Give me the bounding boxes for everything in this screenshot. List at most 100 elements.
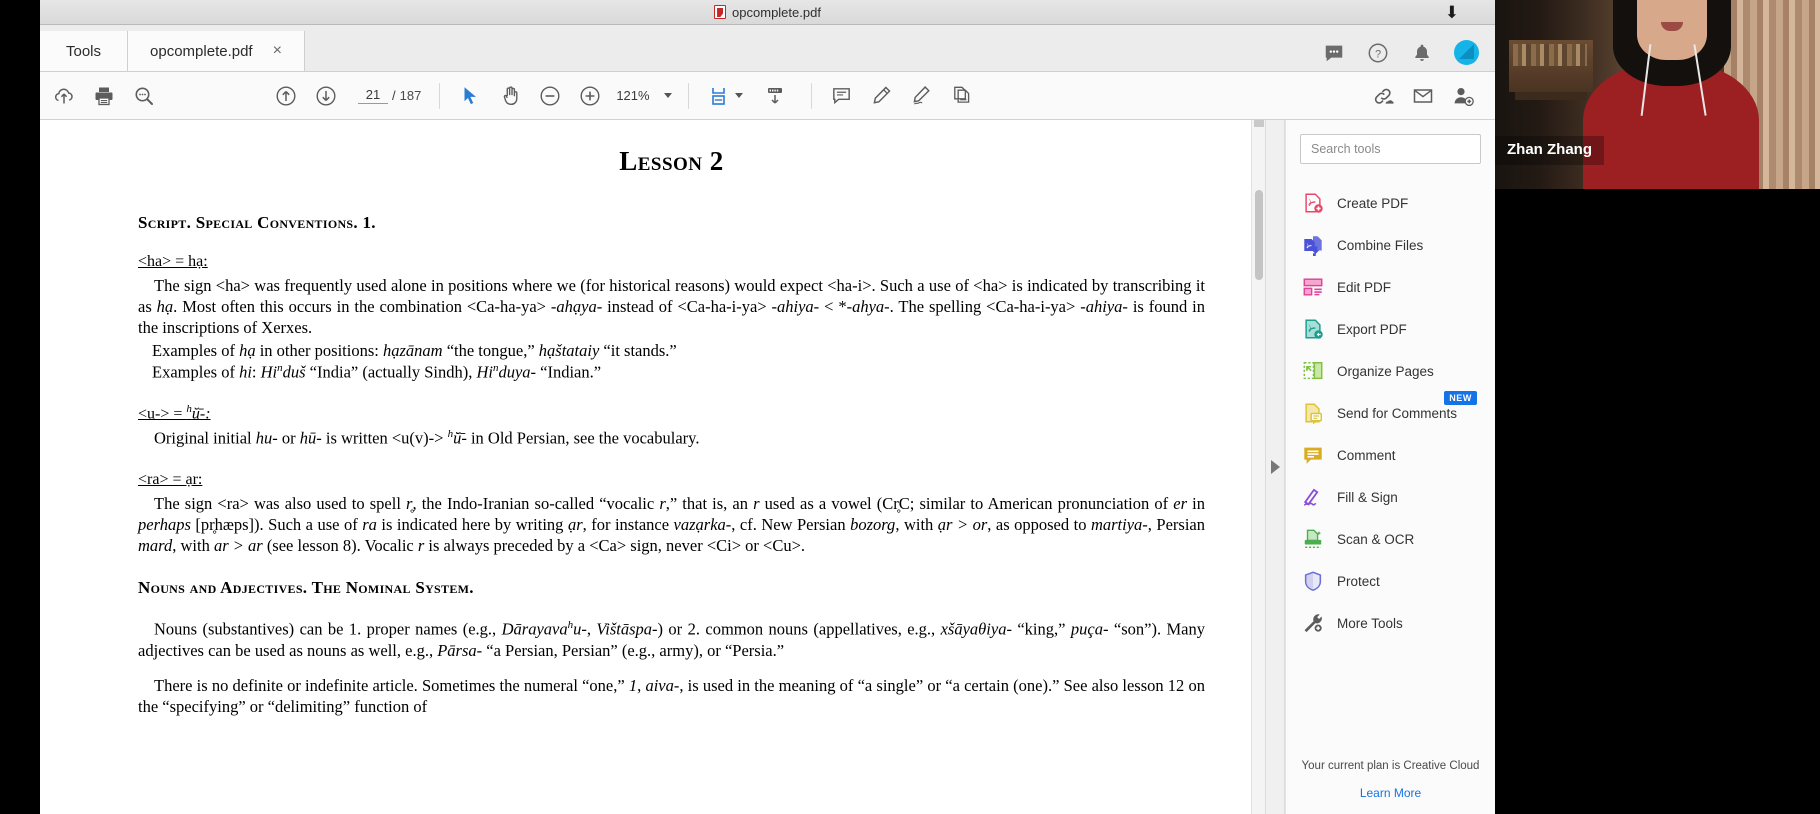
close-icon[interactable]: × bbox=[273, 42, 282, 60]
paragraph-article: There is no definite or indefinite artic… bbox=[138, 676, 1205, 717]
zoom-in-icon[interactable] bbox=[570, 76, 610, 116]
tool-item-edit-pdf[interactable]: Edit PDF bbox=[1286, 266, 1495, 308]
share-link-icon[interactable] bbox=[1363, 76, 1403, 116]
webcam-books bbox=[1513, 44, 1587, 66]
tool-item-label: Export PDF bbox=[1337, 321, 1407, 337]
page-separator: / bbox=[392, 88, 396, 103]
tab-tools-label: Tools bbox=[66, 42, 102, 60]
paragraph-nouns: Nouns (substantives) can be 1. proper na… bbox=[138, 619, 1205, 660]
scrollbar-track-top bbox=[1254, 120, 1264, 127]
tool-item-label: Create PDF bbox=[1337, 195, 1409, 211]
panel-collapse-toggle[interactable] bbox=[1265, 120, 1285, 814]
search-icon[interactable] bbox=[124, 76, 164, 116]
tool-item-comment[interactable]: Comment bbox=[1286, 434, 1495, 476]
subheading-u: <u-> = hŭ̄-: bbox=[138, 403, 211, 423]
document-title: Lesson 2 bbox=[619, 146, 724, 176]
page-number-input[interactable]: 21 bbox=[358, 87, 388, 104]
create-pdf-icon bbox=[1302, 192, 1324, 214]
cloud-upload-icon[interactable] bbox=[44, 76, 84, 116]
tool-item-organize-pages[interactable]: Organize Pages bbox=[1286, 350, 1495, 392]
scroll-mode-icon[interactable] bbox=[755, 76, 795, 116]
toolbar-fit-group bbox=[699, 76, 795, 116]
tool-item-create-pdf[interactable]: Create PDF bbox=[1286, 182, 1495, 224]
tool-item-label: Protect bbox=[1337, 573, 1380, 589]
chat-bubble-icon[interactable] bbox=[1322, 41, 1346, 65]
next-page-icon[interactable] bbox=[306, 76, 346, 116]
hand-tool-icon[interactable] bbox=[490, 76, 530, 116]
zoom-control[interactable]: 121% bbox=[610, 88, 672, 103]
bell-icon[interactable] bbox=[1410, 41, 1434, 65]
tab-right-icon-group: ? bbox=[1322, 40, 1479, 65]
scan-ocr-icon bbox=[1302, 528, 1324, 550]
window-title-text: opcomplete.pdf bbox=[732, 4, 821, 20]
plan-info: Your current plan is Creative Cloud Lear… bbox=[1286, 760, 1495, 814]
webcam-panel: Zhan Zhang bbox=[1495, 0, 1820, 814]
tool-item-export-pdf[interactable]: Export PDF bbox=[1286, 308, 1495, 350]
tool-item-fill-sign[interactable]: Fill & Sign bbox=[1286, 476, 1495, 518]
select-cursor-icon[interactable] bbox=[450, 76, 490, 116]
tool-item-more-tools[interactable]: More Tools bbox=[1286, 602, 1495, 644]
tool-item-label: Organize Pages bbox=[1337, 363, 1434, 379]
tool-item-scan-ocr[interactable]: Scan & OCR bbox=[1286, 518, 1495, 560]
fill-sign-icon bbox=[1302, 486, 1324, 508]
edit-pdf-icon bbox=[1302, 276, 1324, 298]
account-avatar[interactable] bbox=[1454, 40, 1479, 65]
window-title-bar: opcomplete.pdf ⬇ bbox=[40, 0, 1495, 25]
tool-item-label: Send for Comments bbox=[1337, 405, 1458, 421]
export-pdf-icon bbox=[1302, 318, 1324, 340]
fit-page-icon[interactable] bbox=[699, 76, 739, 116]
add-person-icon[interactable] bbox=[1443, 76, 1483, 116]
combine-files-icon bbox=[1302, 234, 1324, 261]
help-circle-icon[interactable]: ? bbox=[1366, 41, 1390, 65]
download-arrow-icon[interactable]: ⬇ bbox=[1445, 3, 1459, 22]
tool-item-send-for-comments[interactable]: NEW Send for Comments bbox=[1286, 391, 1495, 434]
stamp-icon[interactable] bbox=[942, 76, 982, 116]
toolbar-share-group bbox=[1363, 76, 1495, 116]
tab-strip: Tools opcomplete.pdf × ? bbox=[40, 25, 1495, 72]
tab-document-label: opcomplete.pdf bbox=[150, 42, 253, 60]
highlight-icon[interactable] bbox=[862, 76, 902, 116]
chevron-down-icon[interactable] bbox=[663, 93, 672, 98]
workspace: Lesson 2 Script. Special Conventions. 1.… bbox=[40, 120, 1495, 814]
pdf-file-icon bbox=[714, 5, 727, 19]
page-indicator: 21 / 187 bbox=[358, 87, 421, 104]
scrollbar-thumb[interactable] bbox=[1255, 190, 1263, 280]
section-heading-script: Script. Special Conventions. 1. bbox=[138, 213, 376, 232]
comment-icon bbox=[1302, 444, 1324, 466]
plan-text: Your current plan is Creative Cloud bbox=[1301, 760, 1480, 772]
screen-root: opcomplete.pdf ⬇ Tools opcomplete.pdf × … bbox=[0, 0, 1820, 814]
tool-item-protect[interactable]: Protect bbox=[1286, 560, 1495, 602]
pdf-page-content: Lesson 2 Script. Special Conventions. 1.… bbox=[40, 120, 1265, 717]
protect-shield-icon bbox=[1302, 570, 1324, 592]
acrobat-window: opcomplete.pdf ⬇ Tools opcomplete.pdf × … bbox=[40, 0, 1495, 814]
tool-item-combine-files[interactable]: Combine Files bbox=[1286, 224, 1495, 266]
svg-text:?: ? bbox=[1375, 48, 1381, 60]
tool-item-label: Edit PDF bbox=[1337, 279, 1392, 295]
search-tools-input[interactable]: Search tools bbox=[1300, 134, 1481, 164]
print-icon[interactable] bbox=[84, 76, 124, 116]
paragraph-ha: The sign <ha> was frequently used alone … bbox=[138, 276, 1206, 338]
toolbar-navigation-group bbox=[266, 76, 346, 116]
learn-more-link[interactable]: Learn More bbox=[1296, 786, 1485, 800]
zoom-out-icon[interactable] bbox=[530, 76, 570, 116]
tab-tools[interactable]: Tools bbox=[40, 31, 129, 71]
section-heading-nouns: Nouns and Adjectives. The Nominal System… bbox=[138, 578, 474, 598]
paragraph-u: Original initial hu- or hū- is written <… bbox=[154, 428, 700, 448]
page-total: 187 bbox=[399, 88, 422, 103]
search-tools-placeholder: Search tools bbox=[1311, 142, 1381, 156]
sign-icon[interactable] bbox=[902, 76, 942, 116]
zoom-level-value: 121% bbox=[616, 88, 650, 103]
main-toolbar: 21 / 187 121% bbox=[40, 72, 1495, 120]
email-icon[interactable] bbox=[1403, 76, 1443, 116]
previous-page-icon[interactable] bbox=[266, 76, 306, 116]
paragraph-ra: The sign <ra> was also used to spell r̥,… bbox=[138, 493, 1205, 556]
organize-pages-icon bbox=[1302, 360, 1324, 382]
tool-item-label: Fill & Sign bbox=[1337, 489, 1398, 505]
comment-icon[interactable] bbox=[822, 76, 862, 116]
fit-page-chevron-down-icon[interactable] bbox=[734, 93, 743, 98]
example-line-hi: Examples of hi: Hinduš “India” (actually… bbox=[152, 362, 602, 382]
page-scrollbar[interactable] bbox=[1251, 120, 1265, 814]
window-title: opcomplete.pdf bbox=[714, 5, 821, 20]
tool-item-label: Scan & OCR bbox=[1337, 531, 1415, 547]
tab-document[interactable]: opcomplete.pdf × bbox=[128, 31, 305, 71]
